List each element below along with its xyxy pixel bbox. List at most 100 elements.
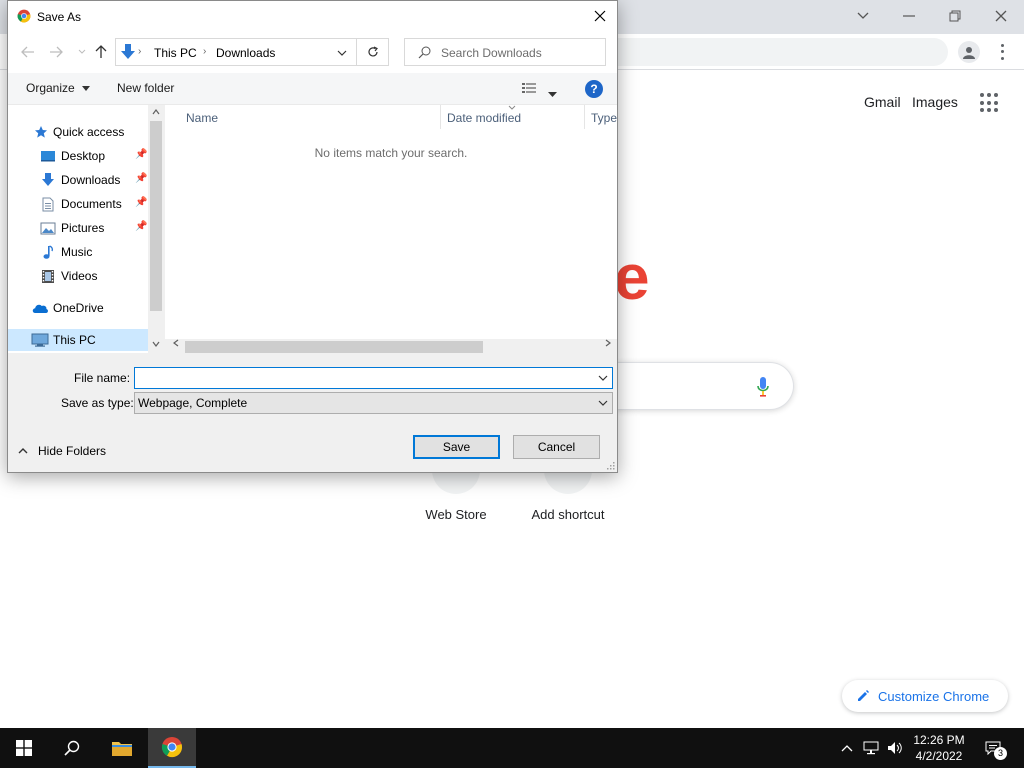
chrome-icon — [161, 737, 183, 758]
tab-search-icon[interactable] — [840, 4, 886, 28]
pin-icon: 📌 — [135, 173, 148, 184]
address-bar[interactable]: › This PC › Downloads — [115, 38, 357, 66]
windows-logo-icon — [16, 740, 32, 756]
scrollbar-thumb[interactable] — [150, 121, 162, 311]
nav-item-label: Music — [61, 245, 93, 259]
nav-item-this-pc[interactable]: This PC — [8, 329, 148, 351]
scroll-right-icon[interactable] — [601, 339, 615, 353]
file-name-input[interactable] — [138, 371, 588, 385]
window-close-button[interactable] — [978, 4, 1024, 28]
microphone-icon[interactable] — [756, 376, 770, 398]
nav-pane-scrollbar[interactable] — [148, 105, 164, 353]
nav-item-label: OneDrive — [53, 301, 104, 315]
organize-button[interactable]: Organize — [26, 81, 91, 95]
forward-button[interactable] — [46, 43, 66, 61]
hide-folders-button[interactable]: Hide Folders — [18, 441, 118, 461]
back-button[interactable] — [18, 43, 38, 61]
nav-item-desktop[interactable]: Desktop 📌 — [8, 145, 148, 167]
pin-icon: 📌 — [135, 197, 148, 208]
show-hidden-icons-icon[interactable] — [838, 739, 856, 757]
network-icon[interactable] — [862, 739, 880, 757]
cancel-button[interactable]: Cancel — [513, 435, 600, 459]
dialog-close-button[interactable] — [588, 5, 612, 27]
images-link[interactable]: Images — [912, 94, 958, 110]
folder-icon — [112, 742, 132, 756]
chevron-down-icon — [78, 49, 86, 54]
restore-button[interactable] — [932, 4, 978, 28]
file-list-pane: Name Date modified Type No items match y… — [165, 105, 617, 353]
save-button[interactable]: Save — [413, 435, 500, 459]
omnibox[interactable] — [560, 38, 948, 66]
search-downloads-field[interactable] — [404, 38, 606, 66]
nav-item-downloads[interactable]: Downloads 📌 — [8, 169, 148, 191]
chrome-taskbar-button[interactable] — [148, 728, 196, 768]
file-explorer-button[interactable] — [98, 728, 146, 768]
scrollbar-thumb[interactable] — [185, 341, 483, 353]
pin-icon: 📌 — [135, 149, 148, 160]
cloud-icon — [31, 300, 49, 316]
scroll-up-icon[interactable] — [148, 107, 164, 121]
nav-item-music[interactable]: Music — [8, 241, 148, 263]
nav-item-videos[interactable]: Videos — [8, 265, 148, 287]
save-as-type-dropdown-button[interactable] — [594, 393, 612, 413]
profile-icon[interactable] — [958, 41, 980, 63]
column-divider[interactable] — [440, 105, 441, 129]
pencil-icon — [858, 690, 869, 701]
caret-down-icon — [548, 92, 557, 97]
up-button[interactable] — [91, 43, 111, 61]
recent-locations-button[interactable] — [72, 43, 92, 61]
file-name-dropdown-button[interactable] — [594, 368, 612, 388]
chevron-down-icon[interactable] — [337, 50, 347, 56]
column-header-name[interactable]: Name — [186, 111, 218, 125]
search-input[interactable] — [441, 45, 601, 61]
save-as-type-value: Webpage, Complete — [138, 396, 248, 410]
search-icon — [64, 740, 80, 756]
film-icon — [39, 268, 57, 284]
nav-item-documents[interactable]: Documents 📌 — [8, 193, 148, 215]
nav-item-quick-access[interactable]: Quick access — [8, 121, 148, 143]
computer-icon — [31, 332, 49, 348]
refresh-button[interactable] — [357, 38, 389, 66]
chevron-down-icon — [598, 375, 608, 381]
gmail-link[interactable]: Gmail — [864, 94, 901, 110]
column-divider[interactable] — [584, 105, 585, 129]
scroll-down-icon[interactable] — [148, 339, 164, 353]
nav-item-pictures[interactable]: Pictures 📌 — [8, 217, 148, 239]
star-icon — [32, 124, 50, 140]
arrow-left-icon — [21, 46, 34, 58]
nav-item-onedrive[interactable]: OneDrive — [8, 297, 148, 319]
nav-item-label: This PC — [53, 333, 96, 347]
taskbar-clock[interactable]: 12:26 PM 4/2/2022 — [900, 732, 978, 764]
column-header-type[interactable]: Type — [591, 111, 617, 125]
change-view-button[interactable] — [522, 82, 540, 97]
close-icon — [594, 10, 606, 22]
pin-icon: 📌 — [135, 221, 148, 232]
file-name-field[interactable] — [134, 367, 613, 389]
command-bar: Organize New folder ? — [8, 73, 617, 105]
caret-down-icon — [82, 86, 91, 92]
taskbar-search-button[interactable] — [48, 728, 96, 768]
start-button[interactable] — [0, 728, 48, 768]
new-folder-button[interactable]: New folder — [117, 81, 174, 95]
breadcrumb-downloads[interactable]: Downloads — [216, 46, 275, 60]
column-header-date-modified[interactable]: Date modified — [447, 111, 521, 125]
customize-chrome-button[interactable]: Customize Chrome — [842, 680, 1008, 712]
chrome-menu-icon[interactable] — [994, 42, 1010, 62]
file-list-horizontal-scrollbar[interactable] — [165, 339, 617, 353]
breadcrumb-separator-icon: › — [203, 46, 207, 57]
file-name-label: File name: — [74, 371, 131, 385]
save-as-type-select[interactable]: Webpage, Complete — [134, 392, 613, 414]
picture-icon — [39, 220, 57, 236]
help-icon[interactable]: ? — [585, 80, 603, 98]
taskbar: 12:26 PM 4/2/2022 3 — [0, 728, 1024, 768]
clock-date: 4/2/2022 — [915, 749, 963, 763]
shortcut-label: Add shortcut — [531, 507, 605, 522]
google-apps-icon[interactable] — [980, 93, 1000, 113]
scroll-left-icon[interactable] — [169, 339, 183, 353]
view-options-button[interactable] — [548, 86, 557, 100]
resize-grip-icon[interactable] — [606, 461, 615, 470]
breadcrumb-this-pc[interactable]: This PC — [154, 46, 197, 60]
dialog-titlebar: Save As — [8, 1, 617, 31]
minimize-button[interactable] — [886, 4, 932, 28]
desktop-icon — [39, 148, 57, 164]
